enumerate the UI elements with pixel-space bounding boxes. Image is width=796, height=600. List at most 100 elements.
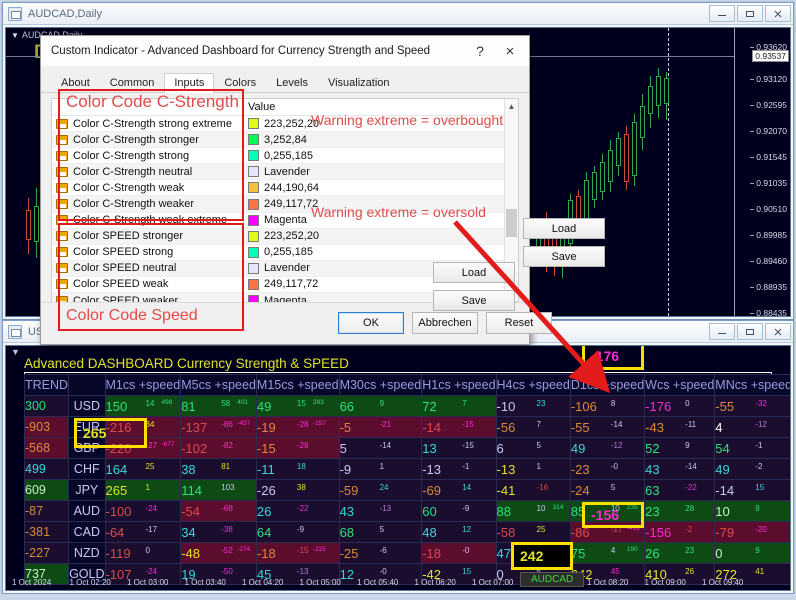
input-row-variable[interactable]: Color SPEED strong (52, 245, 243, 261)
property-icon (56, 118, 68, 129)
speed-value: 18 (296, 462, 306, 471)
tab-inputs[interactable]: Inputs (164, 73, 215, 93)
property-icon (56, 150, 68, 161)
tab-levels[interactable]: Levels (266, 73, 318, 93)
cs-value: 5 (339, 440, 347, 456)
col-m15cs: M15cs +speed (255, 374, 340, 396)
speed-value: 23 (685, 546, 695, 555)
scrollbar-thumb[interactable] (506, 209, 517, 237)
price-axis[interactable]: 0.93620 0.93120 0.92595 0.92070 0.91545 … (734, 28, 790, 316)
tab-common[interactable]: Common (100, 73, 165, 93)
input-row-value[interactable]: 223,252,20 (244, 228, 504, 245)
strength-speed-cell: -102 -82 (180, 437, 257, 459)
input-row-variable[interactable]: Color C-Strength weaker (52, 196, 243, 213)
input-row-variable[interactable]: Color C-Strength neutral (52, 164, 243, 181)
strength-speed-cell: 43 -14 (644, 458, 716, 480)
speed-value: -13 (379, 504, 392, 513)
maximize-icon[interactable] (737, 5, 763, 22)
color-swatch[interactable] (248, 118, 259, 130)
speed-value: 15 (296, 399, 306, 408)
color-swatch[interactable] (248, 278, 259, 290)
input-row-value[interactable]: 244,190,64 (244, 180, 504, 197)
input-row-value[interactable]: 249,117,72 (244, 196, 504, 213)
price-tick: 0.89985 (750, 230, 787, 240)
input-row-variable[interactable]: Color SPEED weak (52, 277, 243, 294)
strength-speed-cell: -9 1 (338, 458, 423, 480)
input-row-variable[interactable]: Color C-Strength weak extreme (52, 213, 243, 229)
color-swatch[interactable] (248, 134, 259, 146)
ok-button[interactable]: OK (338, 312, 404, 334)
input-variable-label: Color C-Strength stronger (73, 133, 199, 146)
strength-speed-cell: 49 15 283 (255, 395, 340, 417)
speed-value: -28 (296, 420, 309, 429)
currency-symbol: USD (68, 395, 106, 417)
minimize-icon[interactable] (709, 323, 735, 340)
load-button-visual[interactable]: Load (433, 262, 515, 283)
color-swatch[interactable] (248, 182, 259, 194)
close-icon[interactable]: × (495, 38, 525, 64)
help-icon[interactable]: ? (465, 38, 495, 64)
speed-value: -24 (145, 504, 158, 513)
chart-window-titlebar[interactable]: AUDCAD,Daily (3, 3, 793, 25)
time-axis-label: 1 Oct 03:40 (184, 578, 226, 587)
close-icon[interactable] (765, 323, 791, 340)
save-button-visual[interactable]: Save (433, 290, 515, 311)
input-row-variable[interactable]: Color SPEED neutral (52, 260, 243, 277)
color-swatch[interactable] (248, 150, 259, 162)
dashboard-canvas[interactable]: ▼ Advanced DASHBOARD Currency Strength &… (5, 345, 791, 591)
color-swatch[interactable] (248, 262, 259, 274)
input-row-variable[interactable]: Color C-Strength strong extreme (52, 116, 243, 133)
speed-value: -82 (221, 441, 233, 450)
highlight-jpy-m1: 265 (74, 418, 147, 448)
load-button[interactable]: Load (523, 218, 605, 239)
input-row-variable[interactable]: Color C-Strength stronger (52, 132, 243, 149)
cs-value: 60 (422, 503, 437, 519)
color-swatch[interactable] (248, 166, 259, 178)
property-icon (56, 134, 68, 145)
trend-value: -227 (23, 542, 70, 564)
speed-value: 7 (462, 399, 467, 408)
input-row-value[interactable]: 0,255,185 (244, 245, 504, 261)
input-row-variable[interactable]: Color SPEED stronger (52, 228, 243, 245)
trend-value: 499 (23, 458, 70, 480)
speed-extra-value: -677 (161, 441, 175, 448)
cs-value: 13 (422, 440, 437, 456)
speed-value: -27 (145, 441, 158, 450)
price-tick: 0.91035 (750, 178, 787, 188)
input-row-value[interactable]: 3,252,84 (244, 132, 504, 149)
dashboard-window-controls (709, 323, 791, 340)
color-swatch[interactable] (248, 198, 259, 210)
value-column-header: Value (244, 99, 518, 116)
color-swatch[interactable] (248, 246, 259, 258)
tab-visualization[interactable]: Visualization (318, 73, 400, 93)
property-icon (56, 247, 68, 258)
save-button[interactable]: Save (523, 246, 605, 267)
chevron-down-icon[interactable]: ▼ (11, 31, 19, 40)
input-row-variable[interactable]: Color C-Strength weak (52, 180, 243, 197)
input-row-value[interactable]: 0,255,185 (244, 148, 504, 165)
highlight-gold-d1: 242 (511, 542, 573, 570)
input-row-value[interactable]: Magenta (244, 213, 504, 229)
input-row-variable[interactable]: Color C-Strength strong (52, 148, 243, 165)
input-row-value[interactable]: 223,252,20 (244, 116, 504, 133)
speed-value: -32 (755, 399, 767, 408)
close-icon[interactable] (765, 5, 791, 22)
cs-value: 6 (496, 440, 504, 456)
input-row-value[interactable]: Lavender (244, 164, 504, 181)
strength-speed-cell: 4 -12 (714, 416, 790, 438)
minimize-icon[interactable] (709, 5, 735, 22)
speed-value: -9 (462, 504, 470, 513)
maximize-icon[interactable] (737, 323, 763, 340)
tab-about[interactable]: About (51, 73, 100, 93)
scroll-up-icon[interactable]: ▲ (505, 99, 518, 113)
input-variable-label: Color C-Strength weak (73, 181, 185, 194)
color-swatch[interactable] (248, 230, 259, 242)
currency-symbol: NZD (68, 542, 106, 564)
chart-window-controls (709, 5, 791, 22)
dialog-titlebar[interactable]: Custom Indicator - Advanced Dashboard fo… (41, 36, 529, 66)
color-swatch[interactable] (248, 214, 259, 226)
dashboard-chevron-icon[interactable]: ▼ (11, 347, 20, 357)
speed-value: 28 (685, 504, 695, 513)
cs-value: -13 (496, 461, 516, 477)
tab-colors[interactable]: Colors (214, 73, 266, 93)
